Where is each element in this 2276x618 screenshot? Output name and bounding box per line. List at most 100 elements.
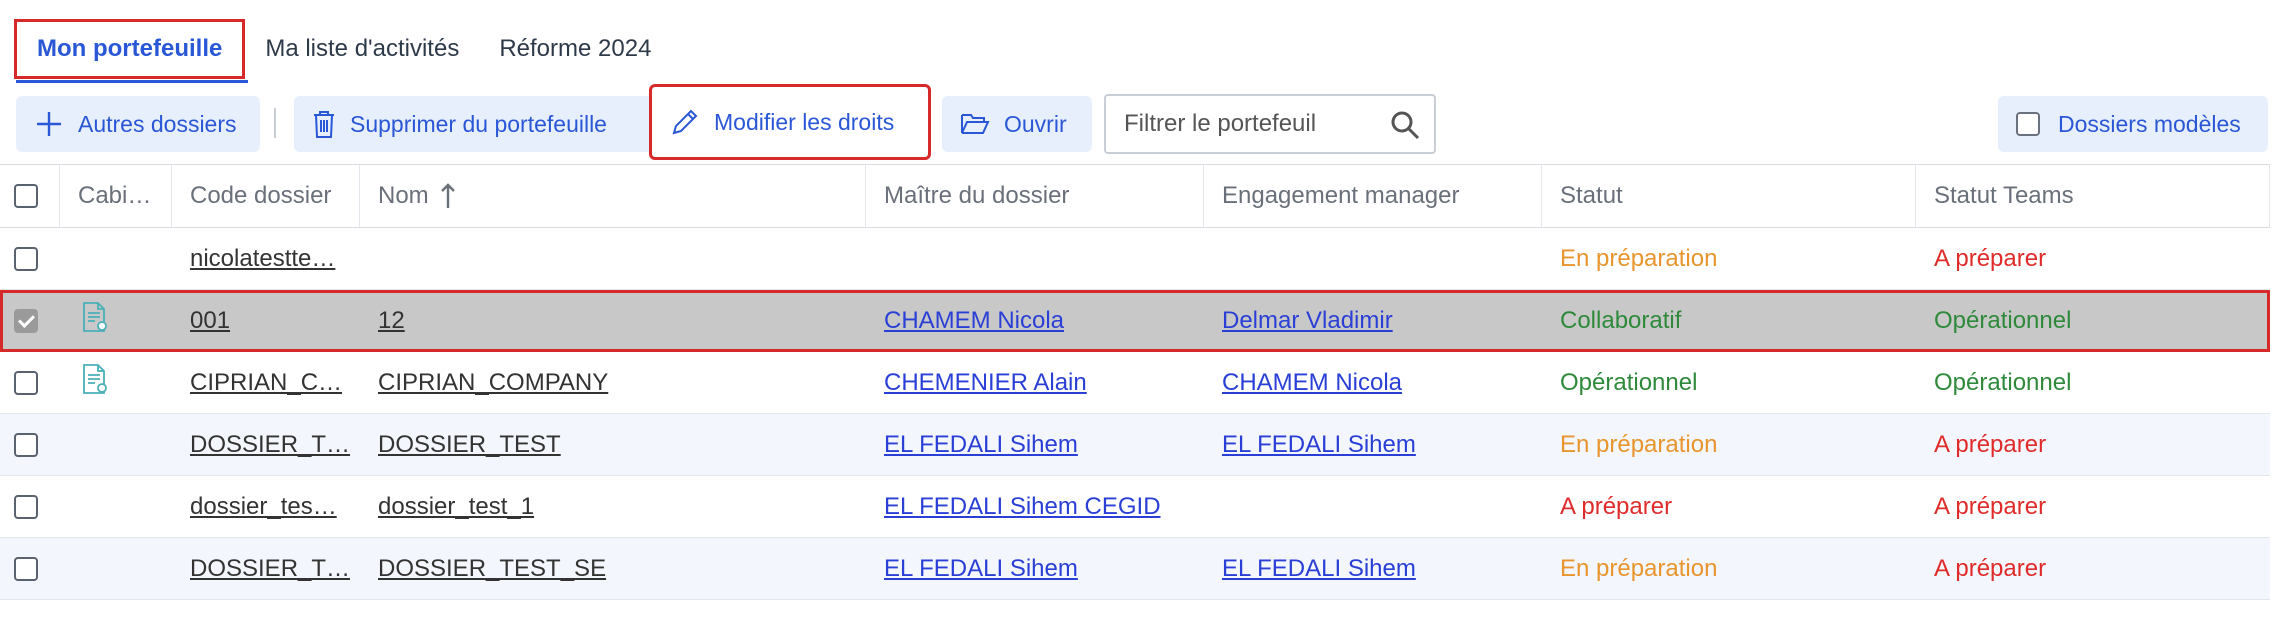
portfolio-table: Cabi… Code dossier Nom Maître du dossier… bbox=[0, 164, 2270, 600]
master-cell[interactable]: EL FEDALI Sihem bbox=[866, 414, 1204, 475]
master-cell[interactable]: EL FEDALI Sihem CEGID bbox=[866, 476, 1204, 537]
cabinet-cell bbox=[60, 290, 172, 351]
row-checkbox[interactable] bbox=[14, 556, 38, 581]
model-files-label: Dossiers modèles bbox=[2058, 110, 2241, 137]
select-all-checkbox[interactable] bbox=[14, 184, 38, 208]
row-checkbox[interactable] bbox=[14, 246, 38, 271]
manager-cell[interactable]: Delmar Vladimir bbox=[1204, 290, 1542, 351]
row-checkbox-checked[interactable] bbox=[14, 308, 38, 333]
table-row[interactable]: dossier_tes… dossier_test_1 EL FEDALI Si… bbox=[0, 476, 2270, 538]
manager-cell[interactable]: EL FEDALI Sihem bbox=[1204, 414, 1542, 475]
other-files-button[interactable]: Autres dossiers bbox=[16, 96, 260, 152]
header-name[interactable]: Nom bbox=[360, 165, 866, 227]
header-manager[interactable]: Engagement manager bbox=[1204, 165, 1542, 227]
teams-status-cell: Opérationnel bbox=[1934, 306, 2072, 334]
table-row[interactable]: DOSSIER_T… DOSSIER_TEST_SE EL FEDALI Sih… bbox=[0, 538, 2270, 600]
model-files-toggle[interactable]: Dossiers modèles bbox=[1998, 96, 2268, 152]
code-cell[interactable]: DOSSIER_T… bbox=[172, 414, 360, 475]
manager-cell[interactable]: EL FEDALI Sihem bbox=[1204, 538, 1542, 599]
header-master[interactable]: Maître du dossier bbox=[866, 165, 1204, 227]
table-row[interactable]: CIPRIAN_C… CIPRIAN_COMPANY CHEMENIER Ala… bbox=[0, 352, 2270, 414]
teams-status-cell: A préparer bbox=[1934, 554, 2047, 582]
name-link[interactable]: 12 bbox=[378, 307, 405, 335]
document-icon bbox=[78, 362, 112, 403]
master-link[interactable]: CHEMENIER Alain bbox=[884, 369, 1087, 397]
header-cabinet[interactable]: Cabi… bbox=[60, 165, 172, 227]
code-cell[interactable]: CIPRIAN_C… bbox=[172, 352, 360, 413]
edit-rights-button[interactable]: Modifier les droits bbox=[649, 84, 931, 160]
master-cell[interactable]: CHEMENIER Alain bbox=[866, 352, 1204, 413]
name-cell[interactable]: DOSSIER_TEST_SE bbox=[360, 538, 866, 599]
row-select-cell bbox=[0, 352, 60, 413]
header-name-label: Nom bbox=[378, 182, 429, 209]
master-link[interactable]: EL FEDALI Sihem bbox=[884, 555, 1078, 583]
cabinet-cell bbox=[60, 414, 172, 475]
row-checkbox[interactable] bbox=[14, 432, 38, 457]
status-cell: Opérationnel bbox=[1560, 368, 1698, 396]
open-button[interactable]: Ouvrir bbox=[942, 96, 1092, 152]
table-row-selected[interactable]: 001 12 CHAMEM Nicola Delmar Vladimir Col… bbox=[0, 290, 2270, 352]
row-checkbox[interactable] bbox=[14, 494, 38, 519]
name-cell[interactable] bbox=[360, 228, 866, 289]
master-cell[interactable]: EL FEDALI Sihem bbox=[866, 538, 1204, 599]
manager-cell[interactable] bbox=[1204, 476, 1542, 537]
cabinet-cell bbox=[60, 228, 172, 289]
name-link[interactable]: CIPRIAN_COMPANY bbox=[378, 369, 608, 397]
header-code[interactable]: Code dossier bbox=[172, 165, 360, 227]
name-link[interactable]: dossier_test_1 bbox=[378, 493, 534, 521]
search-icon[interactable] bbox=[1390, 110, 1420, 145]
filter-input[interactable] bbox=[1122, 109, 1381, 139]
cabinet-cell bbox=[60, 352, 172, 413]
teams-status-cell: A préparer bbox=[1934, 244, 2047, 272]
code-link[interactable]: dossier_tes… bbox=[190, 493, 337, 521]
header-status[interactable]: Statut bbox=[1542, 165, 1916, 227]
master-cell[interactable]: CHAMEM Nicola bbox=[866, 290, 1204, 351]
manager-link[interactable]: Delmar Vladimir bbox=[1222, 307, 1393, 335]
table-row[interactable]: DOSSIER_T… DOSSIER_TEST EL FEDALI Sihem … bbox=[0, 414, 2270, 476]
tab-mon-portefeuille[interactable]: Mon portefeuille bbox=[14, 19, 246, 79]
row-select-cell bbox=[0, 538, 60, 599]
name-link[interactable]: DOSSIER_TEST bbox=[378, 431, 561, 459]
master-link[interactable]: CHAMEM Nicola bbox=[884, 307, 1064, 335]
table-header: Cabi… Code dossier Nom Maître du dossier… bbox=[0, 164, 2270, 228]
model-files-checkbox[interactable] bbox=[2016, 112, 2040, 136]
manager-link[interactable]: EL FEDALI Sihem bbox=[1222, 431, 1416, 459]
select-all-cell bbox=[0, 165, 60, 227]
manager-cell[interactable]: CHAMEM Nicola bbox=[1204, 352, 1542, 413]
portfolio-filter bbox=[1104, 94, 1436, 154]
code-cell[interactable]: 001 bbox=[172, 290, 360, 351]
tab-ma-liste-activites[interactable]: Ma liste d'activités bbox=[245, 19, 479, 79]
code-link[interactable]: CIPRIAN_C… bbox=[190, 369, 342, 397]
active-tab-indicator bbox=[16, 80, 248, 83]
edit-rights-label: Modifier les droits bbox=[714, 108, 895, 135]
name-link[interactable]: DOSSIER_TEST_SE bbox=[378, 555, 606, 583]
name-cell[interactable]: dossier_test_1 bbox=[360, 476, 866, 537]
name-cell[interactable]: CIPRIAN_COMPANY bbox=[360, 352, 866, 413]
manager-link[interactable]: EL FEDALI Sihem bbox=[1222, 555, 1416, 583]
teams-status-cell: Opérationnel bbox=[1934, 368, 2072, 396]
code-cell[interactable]: nicolatestte… bbox=[172, 228, 360, 289]
name-cell[interactable]: 12 bbox=[360, 290, 866, 351]
row-select-cell bbox=[0, 228, 60, 289]
pencil-icon bbox=[670, 107, 700, 137]
master-cell[interactable] bbox=[866, 228, 1204, 289]
header-teams-status[interactable]: Statut Teams bbox=[1916, 165, 2270, 227]
code-cell[interactable]: dossier_tes… bbox=[172, 476, 360, 537]
name-cell[interactable]: DOSSIER_TEST bbox=[360, 414, 866, 475]
code-cell[interactable]: DOSSIER_T… bbox=[172, 538, 360, 599]
document-icon bbox=[78, 300, 112, 341]
teams-status-cell: A préparer bbox=[1934, 492, 2047, 520]
row-select-cell bbox=[0, 476, 60, 537]
code-link[interactable]: DOSSIER_T… bbox=[190, 555, 350, 583]
row-checkbox[interactable] bbox=[14, 370, 38, 395]
remove-from-portfolio-button[interactable]: Supprimer du portefeuille bbox=[294, 96, 652, 152]
code-link[interactable]: 001 bbox=[190, 307, 230, 335]
tab-reforme-2024[interactable]: Réforme 2024 bbox=[479, 19, 671, 79]
master-link[interactable]: EL FEDALI Sihem bbox=[884, 431, 1078, 459]
code-link[interactable]: nicolatestte… bbox=[190, 245, 335, 273]
master-link[interactable]: EL FEDALI Sihem CEGID bbox=[884, 493, 1161, 521]
table-row[interactable]: nicolatestte… En préparation A préparer bbox=[0, 228, 2270, 290]
manager-cell[interactable] bbox=[1204, 228, 1542, 289]
manager-link[interactable]: CHAMEM Nicola bbox=[1222, 369, 1402, 397]
code-link[interactable]: DOSSIER_T… bbox=[190, 431, 350, 459]
